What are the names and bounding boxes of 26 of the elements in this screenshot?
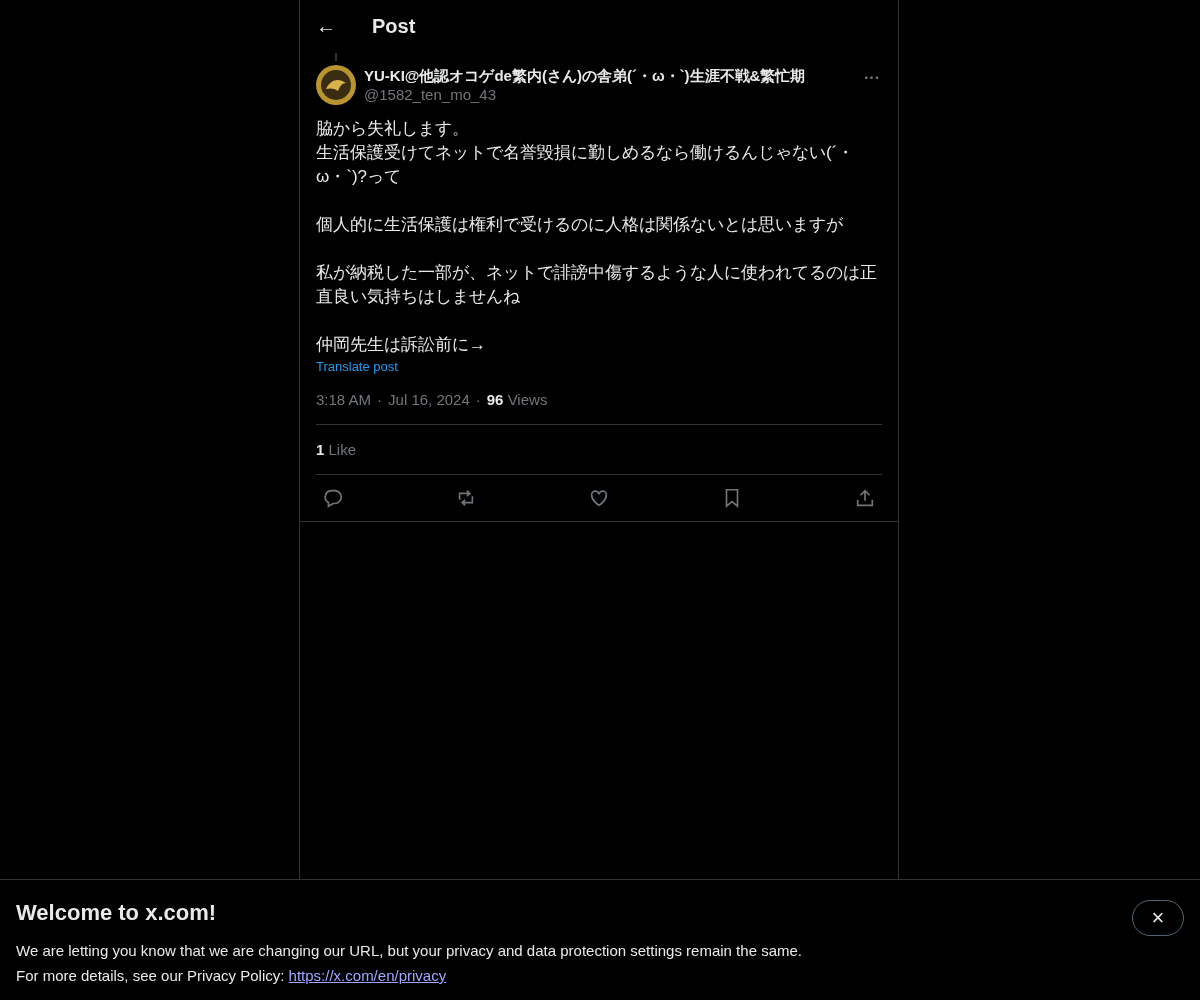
banner-text: We are letting you know that we are changing our URL, but your privacy and data protection settings remain the same.	[16, 941, 802, 961]
privacy-text: For more details, see our Privacy Policy: https://x.com/en/privacy	[16, 966, 448, 986]
share-icon	[854, 487, 876, 509]
privacy-link[interactable]: https://x.com/en/privacy	[288, 967, 447, 984]
post-text: 個人的に生活保護は権利で受けるのに人格は関係ないとは思いますが	[316, 214, 844, 236]
back-button[interactable]: ←	[316, 15, 336, 38]
post-text: 仲岡先生は訴訟前に→	[316, 334, 487, 356]
post-text: 私が納税した一部が、ネットで誹謗中傷するような人に使われてるのは正直良い気持ちはしませんね	[316, 262, 878, 308]
avatar-icon[interactable]	[316, 65, 356, 105]
post-text: 脇から失礼します。	[316, 118, 470, 140]
page-title: Post	[372, 15, 416, 38]
user-handle[interactable]: @1582_ten_mo_43	[364, 86, 854, 103]
reply-icon	[322, 487, 344, 509]
post-date[interactable]: Jul 16, 2024	[388, 391, 470, 408]
heart-icon	[588, 487, 610, 509]
banner-title: Welcome to x.com!	[16, 900, 218, 926]
close-button[interactable]: ×	[1132, 900, 1184, 936]
display-name[interactable]: YU-KI@他認オコゲde繁内(さん)の舎弟(´・ω・`)生涯不戦&繁忙期	[364, 67, 854, 86]
views-count: 96 Views	[486, 391, 548, 408]
likes-count[interactable]: 1 Like	[316, 441, 357, 458]
separator-dot: ·	[475, 391, 481, 408]
post-text: 生活保護受けてネットで名誉毀損に勤しめるなら働けるんじゃない(´・ω・`)?って	[316, 142, 856, 188]
more-button[interactable]: ···	[862, 65, 882, 91]
post-time[interactable]: 3:18 AM	[316, 391, 372, 408]
separator-dot: ·	[377, 391, 383, 408]
translate-link[interactable]: Translate post	[316, 359, 398, 374]
